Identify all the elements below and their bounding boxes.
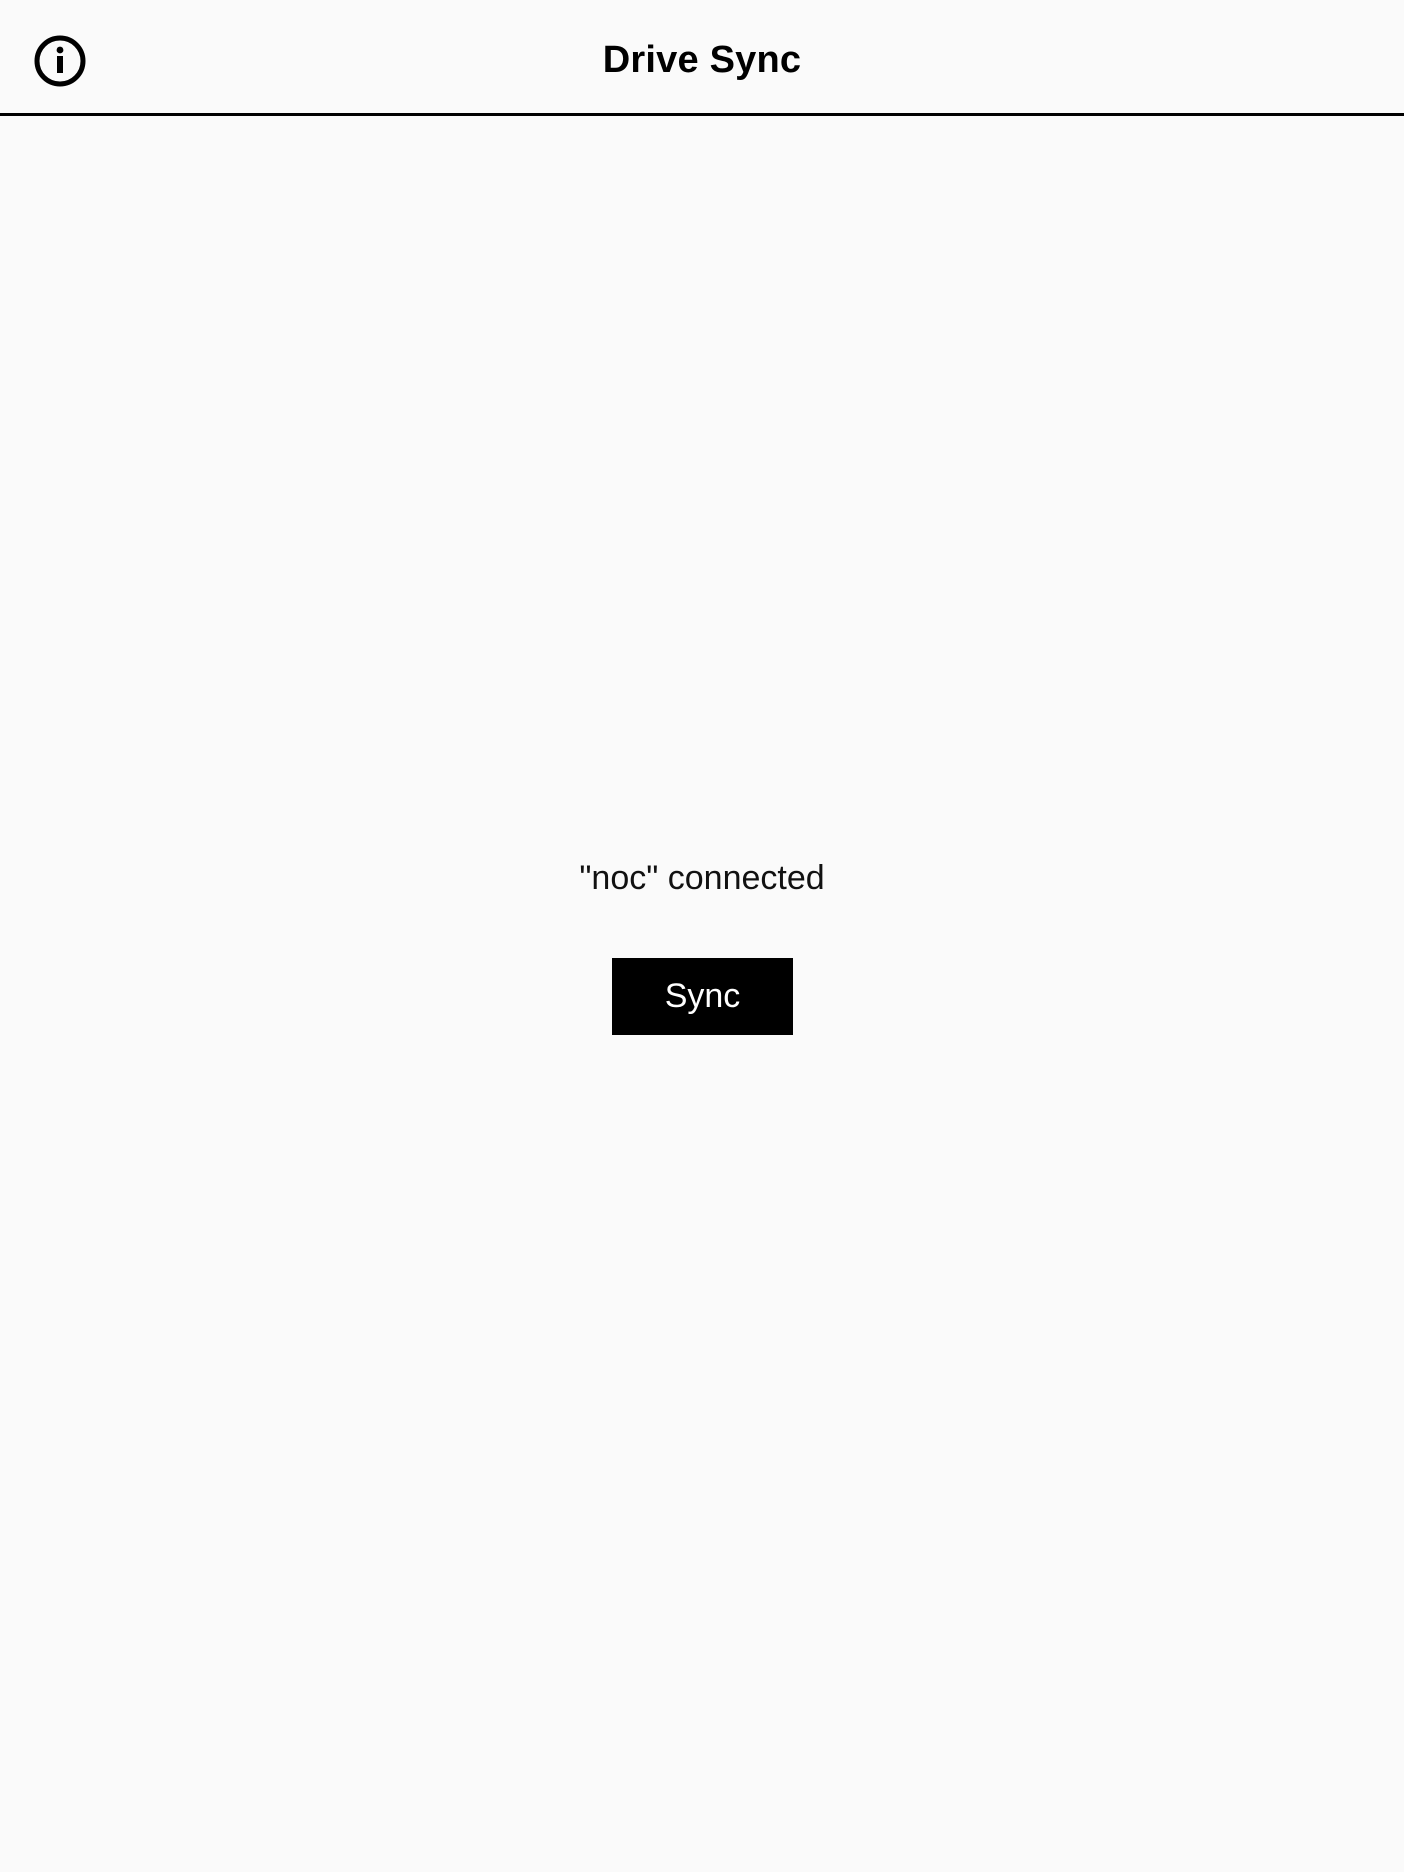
connection-status: "noc" connected [579, 859, 825, 897]
page-title: Drive Sync [602, 39, 802, 81]
app-header: Drive Sync [0, 0, 1404, 116]
sync-button[interactable]: Sync [612, 958, 793, 1035]
